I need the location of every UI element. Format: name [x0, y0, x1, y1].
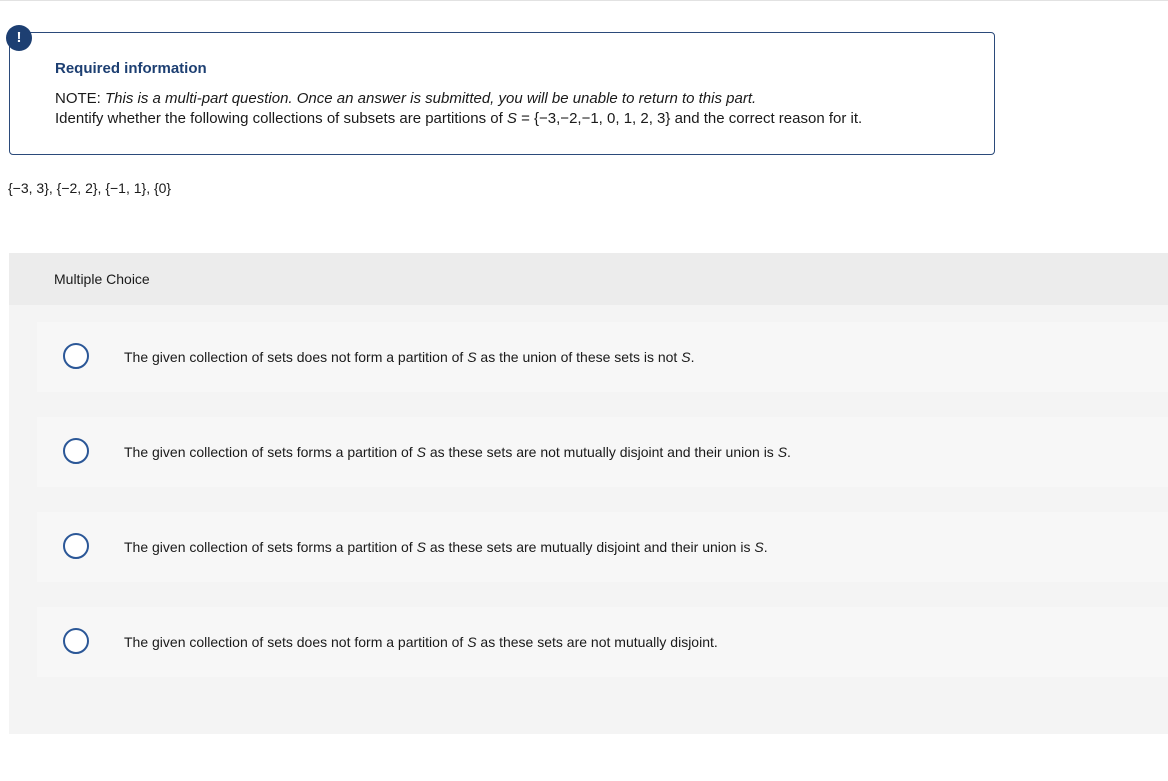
option-text-post: as these sets are mutually disjoint and …: [425, 539, 755, 555]
set-definition: = {−3,−2,−1, 0, 1, 2, 3}: [516, 110, 671, 127]
answer-option-3[interactable]: The given collection of sets forms a par…: [37, 512, 1168, 582]
info-title: Required information: [55, 60, 207, 77]
note-line: NOTE: This is a multi-part question. Onc…: [55, 90, 756, 107]
option-set-variable-2: S: [754, 539, 764, 555]
option-text-post: as these sets are not mutually disjoint …: [425, 444, 778, 460]
option-text-end: .: [763, 539, 768, 555]
radio-button[interactable]: [63, 343, 89, 369]
option-text-pre: The given collection of sets does not fo…: [124, 634, 468, 650]
option-set-variable: S: [467, 349, 477, 365]
option-set-variable: S: [416, 444, 426, 460]
option-text-post: as the union of these sets is not: [476, 349, 682, 365]
required-information-box: Required information NOTE: This is a mul…: [9, 32, 995, 155]
top-divider: [0, 0, 1168, 1]
option-text-pre: The given collection of sets forms a par…: [124, 539, 417, 555]
instruction-prefix: Identify whether the following collectio…: [55, 110, 503, 127]
option-text-end: .: [787, 444, 791, 460]
multiple-choice-label: Multiple Choice: [54, 271, 150, 287]
exclamation-icon: !: [6, 25, 32, 51]
radio-button[interactable]: [63, 628, 89, 654]
option-text-end: .: [690, 349, 695, 365]
multiple-choice-panel: Multiple Choice The given collection of …: [9, 253, 1168, 734]
radio-button[interactable]: [63, 438, 89, 464]
set-variable: S: [506, 110, 517, 127]
radio-button[interactable]: [63, 533, 89, 559]
option-text[interactable]: The given collection of sets forms a par…: [124, 539, 768, 555]
option-set-variable-2: S: [681, 349, 691, 365]
option-text[interactable]: The given collection of sets forms a par…: [124, 444, 791, 460]
option-text[interactable]: The given collection of sets does not fo…: [124, 349, 694, 365]
option-text-pre: The given collection of sets does not fo…: [124, 349, 468, 365]
answer-option-2[interactable]: The given collection of sets forms a par…: [37, 417, 1168, 487]
instruction-suffix: and the correct reason for it.: [670, 110, 863, 127]
option-set-variable-2: S: [777, 444, 788, 460]
answer-option-1[interactable]: The given collection of sets does not fo…: [37, 322, 1168, 392]
answer-option-4[interactable]: The given collection of sets does not fo…: [37, 607, 1168, 677]
instruction-line: Identify whether the following collectio…: [55, 110, 862, 127]
option-set-variable: S: [467, 634, 477, 650]
multiple-choice-header: Multiple Choice: [9, 253, 1168, 305]
note-label: NOTE:: [55, 90, 101, 107]
option-text[interactable]: The given collection of sets does not fo…: [124, 634, 718, 650]
option-text-post: as these sets are not mutually disjoint.: [476, 634, 718, 650]
subset-collection: {−3, 3}, {−2, 2}, {−1, 1}, {0}: [8, 180, 172, 196]
option-set-variable: S: [416, 539, 426, 555]
option-text-pre: The given collection of sets forms a par…: [124, 444, 417, 460]
note-body: This is a multi-part question. Once an a…: [105, 90, 757, 107]
